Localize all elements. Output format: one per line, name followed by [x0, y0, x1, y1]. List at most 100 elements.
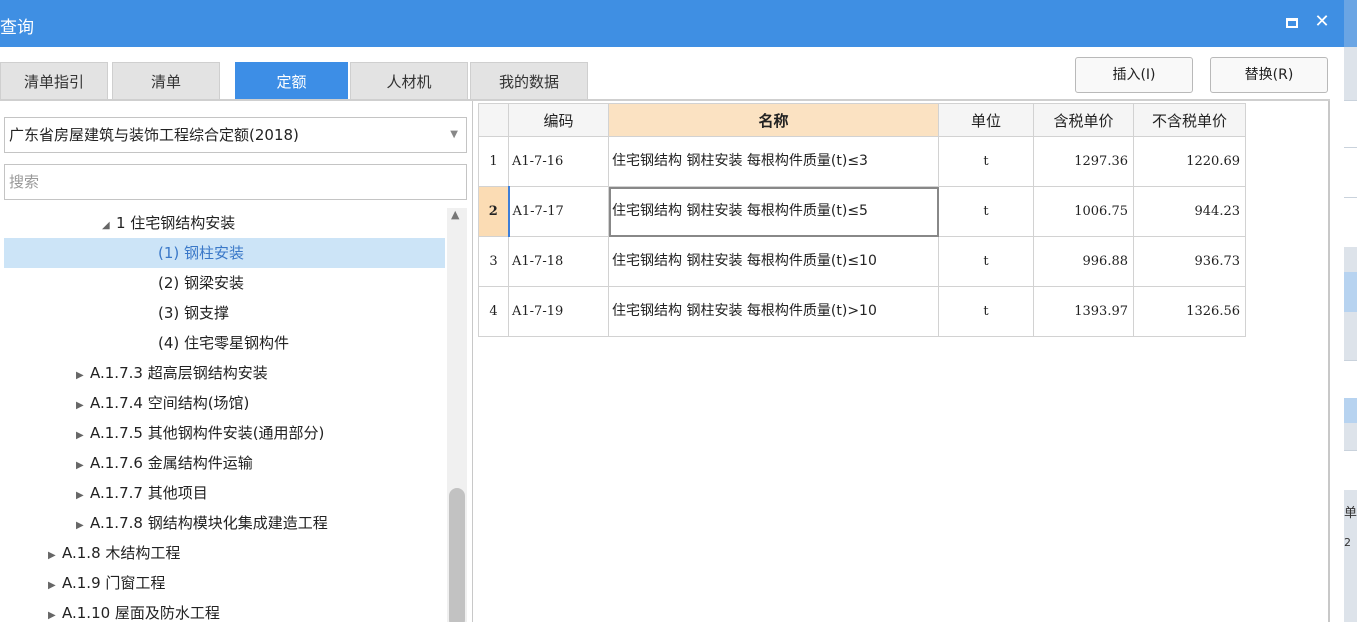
tree-item[interactable]: ▶ A.1.7.5 其他钢构件安装(通用部分): [4, 418, 445, 448]
expand-icon[interactable]: ▶: [48, 541, 62, 571]
edge-highlight: [1344, 398, 1357, 423]
quota-library-select[interactable]: 广东省房屋建筑与装饰工程综合定额(2018) ▼: [4, 117, 467, 153]
cell-unit[interactable]: t: [938, 236, 1034, 287]
expand-icon[interactable]: ▶: [48, 601, 62, 622]
cell-name[interactable]: 住宅钢结构 钢柱安装 每根构件质量(t)≤10: [608, 236, 939, 287]
edge-highlight: [1344, 272, 1357, 312]
cell-price-without-tax[interactable]: 936.73: [1133, 236, 1246, 287]
cell-price-with-tax[interactable]: 1006.75: [1033, 186, 1134, 237]
expand-icon[interactable]: ▶: [76, 391, 90, 421]
maximize-button[interactable]: [1280, 10, 1304, 34]
cell-price-with-tax[interactable]: 1393.97: [1033, 286, 1134, 337]
cell-price-with-tax[interactable]: 996.88: [1033, 236, 1134, 287]
tree-item[interactable]: ▶ A.1.7.6 金属结构件运输: [4, 448, 445, 478]
edge-titlebar: [1344, 0, 1357, 47]
tab-list-guide[interactable]: 清单指引: [0, 62, 108, 100]
tree-item[interactable]: (3) 钢支撑: [4, 298, 445, 328]
tab-quota[interactable]: 定额: [235, 62, 348, 100]
expand-icon[interactable]: ▶: [76, 361, 90, 391]
tree-item-label: (3) 钢支撑: [158, 304, 230, 322]
cell-price-without-tax[interactable]: 1220.69: [1133, 136, 1246, 187]
row-index[interactable]: 4: [478, 286, 509, 337]
tree-item[interactable]: ▶ A.1.7.7 其他项目: [4, 478, 445, 508]
tree-item-label: A.1.7.7 其他项目: [90, 484, 208, 502]
cell-unit[interactable]: t: [938, 286, 1034, 337]
window-title: 查询: [0, 18, 34, 38]
table-row[interactable]: 2 A1-7-17 住宅钢结构 钢柱安装 每根构件质量(t)≤5 t 1006.…: [478, 186, 1246, 237]
tree-item[interactable]: (4) 住宅零星钢构件: [4, 328, 445, 358]
row-index[interactable]: 1: [478, 136, 509, 187]
edge-row: [1344, 360, 1357, 400]
panel-border: [1328, 101, 1330, 622]
column-header-code[interactable]: 编码: [508, 103, 609, 137]
table-row[interactable]: 4 A1-7-19 住宅钢结构 钢柱安装 每根构件质量(t)>10 t 1393…: [478, 286, 1246, 337]
expand-icon[interactable]: ▶: [76, 481, 90, 511]
tree-item[interactable]: ▶ A.1.10 屋面及防水工程: [4, 598, 445, 622]
tree-item-label: (4) 住宅零星钢构件: [158, 334, 290, 352]
cell-name[interactable]: 住宅钢结构 钢柱安装 每根构件质量(t)≤5: [608, 186, 939, 237]
cell-code[interactable]: A1-7-18: [508, 236, 609, 287]
tab-labor-material-machine[interactable]: 人材机: [350, 62, 468, 100]
maximize-icon: [1286, 17, 1298, 28]
column-header-name[interactable]: 名称: [608, 103, 939, 137]
tab-my-data[interactable]: 我的数据: [470, 62, 588, 100]
insert-button[interactable]: 插入(I): [1075, 57, 1193, 93]
expand-icon[interactable]: ▶: [76, 451, 90, 481]
search-input[interactable]: [4, 164, 467, 200]
table-row[interactable]: 1 A1-7-16 住宅钢结构 钢柱安装 每根构件质量(t)≤3 t 1297.…: [478, 136, 1246, 187]
collapse-icon[interactable]: ◢: [102, 211, 116, 241]
expand-icon[interactable]: ▶: [76, 421, 90, 451]
expand-icon[interactable]: ▶: [76, 511, 90, 541]
close-icon: ✕: [1314, 11, 1330, 32]
scroll-up-icon[interactable]: ▲: [451, 208, 459, 221]
cell-name[interactable]: 住宅钢结构 钢柱安装 每根构件质量(t)>10: [608, 286, 939, 337]
tree-item[interactable]: ◢ 1 住宅钢结构安装: [4, 208, 445, 238]
tree-item-label: 1 住宅钢结构安装: [116, 214, 236, 232]
table-row[interactable]: 3 A1-7-18 住宅钢结构 钢柱安装 每根构件质量(t)≤10 t 996.…: [478, 236, 1246, 287]
background-window-edge: 单 2: [1344, 0, 1357, 622]
tree-item-label: A.1.7.5 其他钢构件安装(通用部分): [90, 424, 325, 442]
edge-text: 单: [1344, 506, 1357, 521]
tree-item[interactable]: ▶ A.1.8 木结构工程: [4, 538, 445, 568]
scrollbar-thumb[interactable]: [449, 488, 465, 622]
tree-item[interactable]: ▶ A.1.7.4 空间结构(场馆): [4, 388, 445, 418]
column-header-price-without-tax[interactable]: 不含税单价: [1133, 103, 1246, 137]
tree-item-label: A.1.7.4 空间结构(场馆): [90, 394, 250, 412]
close-button[interactable]: ✕: [1310, 10, 1334, 34]
tree-item[interactable]: ▶ A.1.7.8 钢结构模块化集成建造工程: [4, 508, 445, 538]
cell-price-without-tax[interactable]: 1326.56: [1133, 286, 1246, 337]
tab-list[interactable]: 清单: [112, 62, 220, 100]
expand-icon[interactable]: ▶: [48, 571, 62, 601]
tree-item[interactable]: ▶ A.1.9 门窗工程: [4, 568, 445, 598]
cell-code[interactable]: A1-7-16: [508, 136, 609, 187]
row-index[interactable]: 3: [478, 236, 509, 287]
title-bar: 查询 ✕: [0, 0, 1344, 47]
tree-item[interactable]: ▶ A.1.7.3 超高层钢结构安装: [4, 358, 445, 388]
cell-code[interactable]: A1-7-19: [508, 286, 609, 337]
cell-unit[interactable]: t: [938, 186, 1034, 237]
chevron-down-icon: ▼: [450, 129, 458, 140]
edge-row: [1344, 100, 1357, 147]
cell-name[interactable]: 住宅钢结构 钢柱安装 每根构件质量(t)≤3: [608, 136, 939, 187]
cell-unit[interactable]: t: [938, 136, 1034, 187]
tree-item-label: A.1.9 门窗工程: [62, 574, 166, 592]
edge-row: [1344, 197, 1357, 247]
tree-item[interactable]: (2) 钢梁安装: [4, 268, 445, 298]
column-header-unit[interactable]: 单位: [938, 103, 1034, 137]
tree-item-label: A.1.8 木结构工程: [62, 544, 181, 562]
tree-item-label: (1) 钢柱安装: [158, 244, 245, 262]
tree-item[interactable]: (1) 钢柱安装: [4, 238, 445, 268]
cell-price-with-tax[interactable]: 1297.36: [1033, 136, 1134, 187]
column-header-price-with-tax[interactable]: 含税单价: [1033, 103, 1134, 137]
row-index[interactable]: 2: [478, 186, 509, 237]
tree-item-label: A.1.7.8 钢结构模块化集成建造工程: [90, 514, 328, 532]
tree-item-label: (2) 钢梁安装: [158, 274, 245, 292]
tree-scrollbar[interactable]: ▲: [447, 208, 467, 622]
edge-row: [1344, 147, 1357, 197]
quota-library-value: 广东省房屋建筑与装饰工程综合定额(2018): [9, 126, 299, 144]
cell-code[interactable]: A1-7-17: [507, 186, 609, 237]
cell-price-without-tax[interactable]: 944.23: [1133, 186, 1246, 237]
quota-tree: ◢ 1 住宅钢结构安装 (1) 钢柱安装 (2) 钢梁安装 (3) 钢支撑 (4)…: [0, 208, 445, 622]
tree-item-label: A.1.7.3 超高层钢结构安装: [90, 364, 268, 382]
replace-button[interactable]: 替换(R): [1210, 57, 1328, 93]
